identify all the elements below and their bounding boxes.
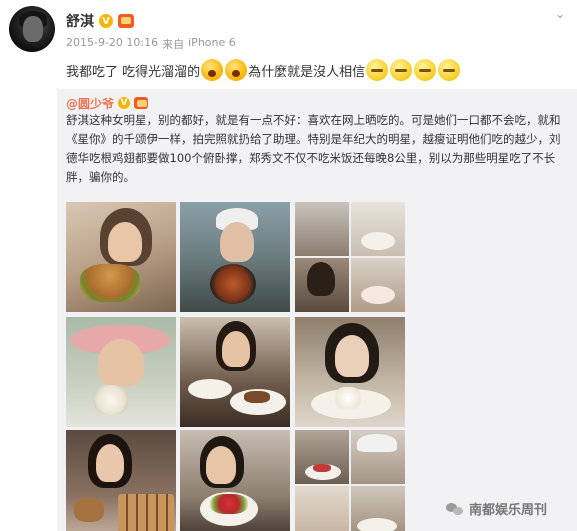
vip-badge-icon [134,97,149,109]
photo-collage-2[interactable] [295,430,405,531]
avatar-face [23,16,43,42]
shock-emoji-icon [225,59,248,81]
post-time[interactable]: 2015-9-20 10:16 [66,36,158,52]
photo-pink-hat[interactable] [66,317,176,427]
chevron-down-icon[interactable]: ⌄ [552,6,568,22]
source-prefix: 来自 [162,38,185,51]
photo-dessert-plate[interactable] [180,317,290,427]
weibo-post: 舒淇 V ⌄ 2015-9-20 10:16 来自 iPhone 6 我都吃了 … [0,0,577,531]
photo-burger[interactable] [66,202,176,312]
repost-text: 舒淇这种女明星，别的都好，就是有一点不好：喜欢在网上晒吃的。可是她们一口都不会吃… [66,113,561,184]
watermark-text: 南都娱乐周刊 [469,503,548,518]
repost-card: @圆少爷 V 舒淇这种女明星，别的都好，就是有一点不好：喜欢在网上晒吃的。可是她… [57,89,577,531]
author-avatar[interactable] [9,6,55,52]
repost-author-name[interactable]: @圆少爷 [66,95,114,112]
post-text-part1: 我都吃了 吃得光溜溜的 [66,64,201,80]
photo-collage-1[interactable] [295,202,405,312]
photo-fruit-plate[interactable] [180,430,290,531]
post-text: 我都吃了 吃得光溜溜的 為什麼就是沒人相信 [66,57,461,83]
verified-badge-icon: V [118,97,131,109]
shock-emoji-icon [201,59,224,81]
post-source[interactable]: iPhone 6 [188,36,236,52]
sleepy-emoji-icon [414,59,437,81]
author-name[interactable]: 舒淇 [66,11,94,31]
repost-author-row: @圆少爷 V [66,94,149,112]
photo-chocolates[interactable] [66,430,176,531]
sleepy-emoji-icon [438,59,461,81]
author-row: 舒淇 V [66,11,134,31]
watermark: 南都娱乐周刊 [446,499,547,518]
verified-badge-icon: V [99,14,113,28]
sleepy-emoji-icon [366,59,389,81]
wechat-icon [446,502,464,516]
sleepy-emoji-icon [390,59,413,81]
photo-cap-bowl[interactable] [180,202,290,312]
post-text-part2: 為什麼就是沒人相信 [248,64,366,80]
post-meta: 2015-9-20 10:16 来自 iPhone 6 [66,36,236,52]
photo-cake[interactable] [295,317,405,427]
vip-badge-icon [118,14,134,28]
